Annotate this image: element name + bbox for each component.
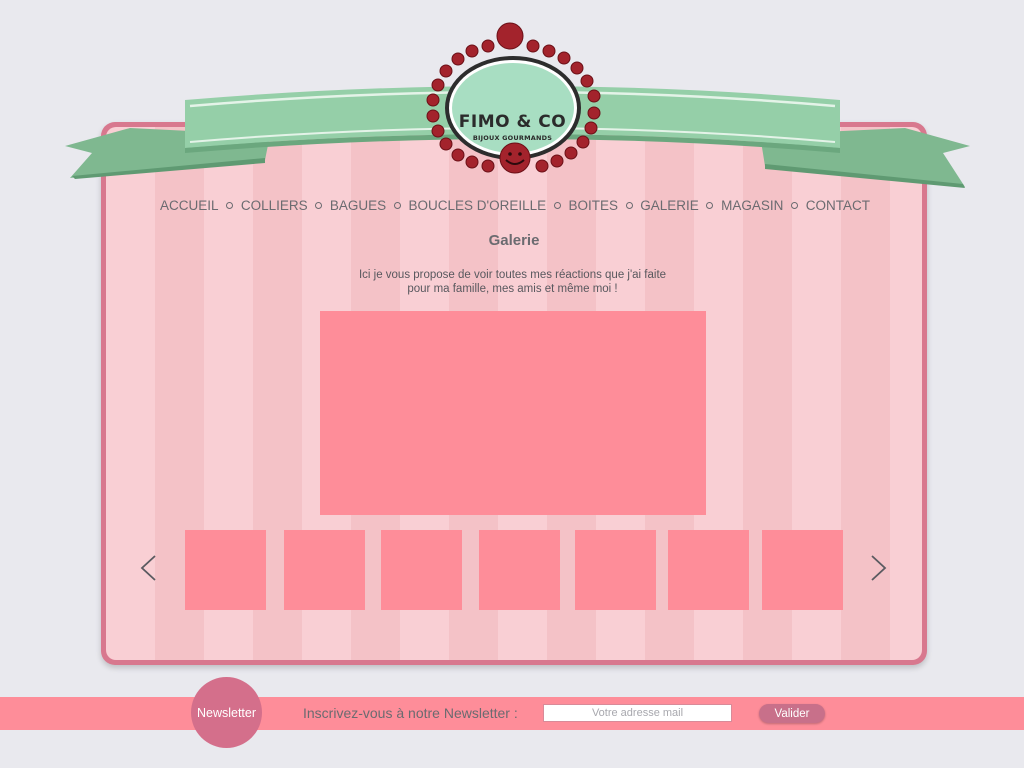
nav-separator bbox=[625, 201, 633, 209]
gallery-thumbnail[interactable] bbox=[575, 530, 656, 610]
intro-text: Ici je vous propose de voir toutes mes r… bbox=[340, 268, 685, 296]
newsletter-badge: Newsletter bbox=[191, 677, 262, 748]
gallery-thumbnail[interactable] bbox=[284, 530, 365, 610]
nav-item-accueil[interactable]: ACCUEIL bbox=[160, 198, 219, 213]
nav-separator bbox=[553, 201, 561, 209]
nav-item-magasin[interactable]: MAGASIN bbox=[721, 198, 783, 213]
nav-item-boites[interactable]: BOITES bbox=[568, 198, 618, 213]
nav-item-colliers[interactable]: COLLIERS bbox=[241, 198, 308, 213]
chevron-left-icon[interactable] bbox=[138, 553, 158, 583]
nav-separator bbox=[393, 201, 401, 209]
page-title: Galerie bbox=[488, 232, 540, 249]
logo-emblem bbox=[426, 22, 601, 174]
gallery-main-image[interactable] bbox=[320, 311, 706, 515]
newsletter-badge-label: Newsletter bbox=[196, 705, 257, 720]
logo-title: FIMO & CO bbox=[458, 112, 567, 132]
nav-separator bbox=[315, 201, 323, 209]
gallery-thumbnail[interactable] bbox=[668, 530, 749, 610]
nav-separator bbox=[791, 201, 799, 209]
gallery-thumbnail[interactable] bbox=[185, 530, 266, 610]
logo[interactable]: FIMO & CO BIJOUX GOURMANDS bbox=[420, 18, 605, 178]
nav-item-bagues[interactable]: BAGUES bbox=[330, 198, 386, 213]
nav-item-boucles-oreille[interactable]: BOUCLES D'OREILLE bbox=[409, 198, 547, 213]
nav-separator bbox=[706, 201, 714, 209]
newsletter-submit-button[interactable]: Valider bbox=[759, 704, 825, 723]
main-nav: ACCUEIL COLLIERS BAGUES BOUCLES D'OREILL… bbox=[160, 195, 870, 215]
newsletter-label: Inscrivez-vous à notre Newsletter : bbox=[303, 705, 518, 721]
newsletter-email-input[interactable] bbox=[543, 704, 732, 722]
nav-item-contact[interactable]: CONTACT bbox=[806, 198, 870, 213]
gallery-thumbnail[interactable] bbox=[479, 530, 560, 610]
gallery-thumbnail[interactable] bbox=[762, 530, 843, 610]
chevron-right-icon[interactable] bbox=[869, 553, 889, 583]
nav-item-galerie[interactable]: GALERIE bbox=[640, 198, 699, 213]
intro-line: Ici je vous propose de voir toutes mes r… bbox=[358, 269, 667, 281]
intro-line: pour ma famille, mes amis et même moi ! bbox=[407, 283, 618, 295]
logo-tagline: BIJOUX GOURMANDS bbox=[472, 134, 553, 142]
nav-separator bbox=[226, 201, 234, 209]
gallery-thumbnail[interactable] bbox=[381, 530, 462, 610]
